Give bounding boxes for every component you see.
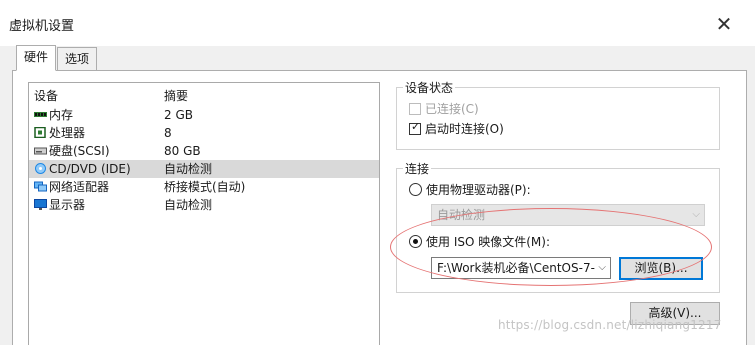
connected-label: 已连接(C) bbox=[425, 102, 479, 116]
processor-icon bbox=[34, 127, 46, 138]
physical-drive-select[interactable]: 自动检测 ⌵ bbox=[431, 204, 705, 226]
physical-drive-radio[interactable]: 使用物理驱动器(P): bbox=[409, 181, 531, 198]
device-name: 硬盘(SCSI) bbox=[49, 144, 110, 158]
device-row-network-adapter[interactable]: 网络适配器 桥接模式(自动) bbox=[29, 178, 379, 196]
close-icon: ✕ bbox=[715, 12, 733, 36]
connection-title: 连接 bbox=[403, 160, 432, 177]
device-row-hard-disk[interactable]: 硬盘(SCSI) 80 GB bbox=[29, 142, 379, 160]
cd-dvd-icon bbox=[35, 163, 46, 174]
device-summary: 桥接模式(自动) bbox=[164, 180, 246, 194]
memory-icon bbox=[34, 112, 47, 117]
physical-drive-label: 使用物理驱动器(P): bbox=[426, 183, 531, 197]
device-summary: 8 bbox=[164, 126, 172, 140]
device-name: 内存 bbox=[49, 108, 74, 122]
summary-column-header: 摘要 bbox=[164, 89, 189, 103]
connect-at-power-on-label: 启动时连接(O) bbox=[425, 122, 504, 136]
display-icon bbox=[34, 199, 47, 210]
close-button[interactable]: ✕ bbox=[707, 8, 741, 40]
chevron-down-icon: ⌵ bbox=[598, 262, 606, 273]
device-name: 网络适配器 bbox=[49, 180, 110, 194]
device-summary: 2 GB bbox=[164, 108, 193, 122]
iso-image-label: 使用 ISO 映像文件(M): bbox=[426, 235, 550, 249]
checkbox-icon bbox=[409, 103, 421, 115]
device-status-title: 设备状态 bbox=[403, 79, 456, 96]
checkbox-checked-icon: ✓ bbox=[409, 120, 421, 135]
device-row-memory[interactable]: 内存 2 GB bbox=[29, 106, 379, 124]
iso-path-value: F:\Work装机必备\CentOS-7- bbox=[437, 261, 595, 275]
browse-button[interactable]: 浏览(B)... bbox=[619, 257, 703, 280]
connected-checkbox[interactable]: 已连接(C) bbox=[409, 100, 479, 117]
iso-path-select[interactable]: F:\Work装机必备\CentOS-7- ⌵ bbox=[431, 257, 611, 279]
radio-unselected-icon bbox=[409, 183, 422, 196]
device-row-cd-dvd[interactable]: CD/DVD (IDE) 自动检测 bbox=[29, 160, 379, 178]
watermark: https://blog.csdn.net/lizhiqiang1217 bbox=[498, 318, 722, 332]
connection-group: 连接 使用物理驱动器(P): 自动检测 ⌵ 使用 ISO 映像文件(M): F:… bbox=[396, 160, 720, 293]
device-summary: 自动检测 bbox=[164, 162, 213, 176]
device-row-processor[interactable]: 处理器 8 bbox=[29, 124, 379, 142]
device-name: 处理器 bbox=[49, 126, 86, 140]
iso-image-radio[interactable]: 使用 ISO 映像文件(M): bbox=[409, 233, 550, 250]
device-name: CD/DVD (IDE) bbox=[49, 162, 131, 176]
title-bar bbox=[0, 0, 755, 46]
device-summary: 自动检测 bbox=[164, 198, 213, 212]
connect-at-power-on-checkbox[interactable]: ✓ 启动时连接(O) bbox=[409, 120, 504, 137]
tab-options[interactable]: 选项 bbox=[57, 47, 98, 71]
device-column-header: 设备 bbox=[34, 89, 59, 103]
device-list[interactable]: 设备 摘要 内存 2 GB 处理器 8 硬盘(SCSI) 80 GB CD/DV… bbox=[28, 82, 380, 345]
device-summary: 80 GB bbox=[164, 144, 201, 158]
physical-drive-value: 自动检测 bbox=[437, 208, 486, 222]
hard-disk-icon bbox=[34, 147, 47, 155]
device-row-display[interactable]: 显示器 自动检测 bbox=[29, 196, 379, 214]
device-list-header: 设备 摘要 bbox=[29, 87, 379, 105]
window-title: 虚拟机设置 bbox=[9, 19, 75, 34]
chevron-down-icon: ⌵ bbox=[692, 209, 700, 220]
device-name: 显示器 bbox=[49, 198, 86, 212]
network-adapter-icon bbox=[34, 181, 47, 192]
radio-selected-icon bbox=[409, 235, 422, 248]
device-status-group: 设备状态 已连接(C) ✓ 启动时连接(O) bbox=[396, 79, 720, 150]
tab-hardware[interactable]: 硬件 bbox=[16, 45, 57, 71]
